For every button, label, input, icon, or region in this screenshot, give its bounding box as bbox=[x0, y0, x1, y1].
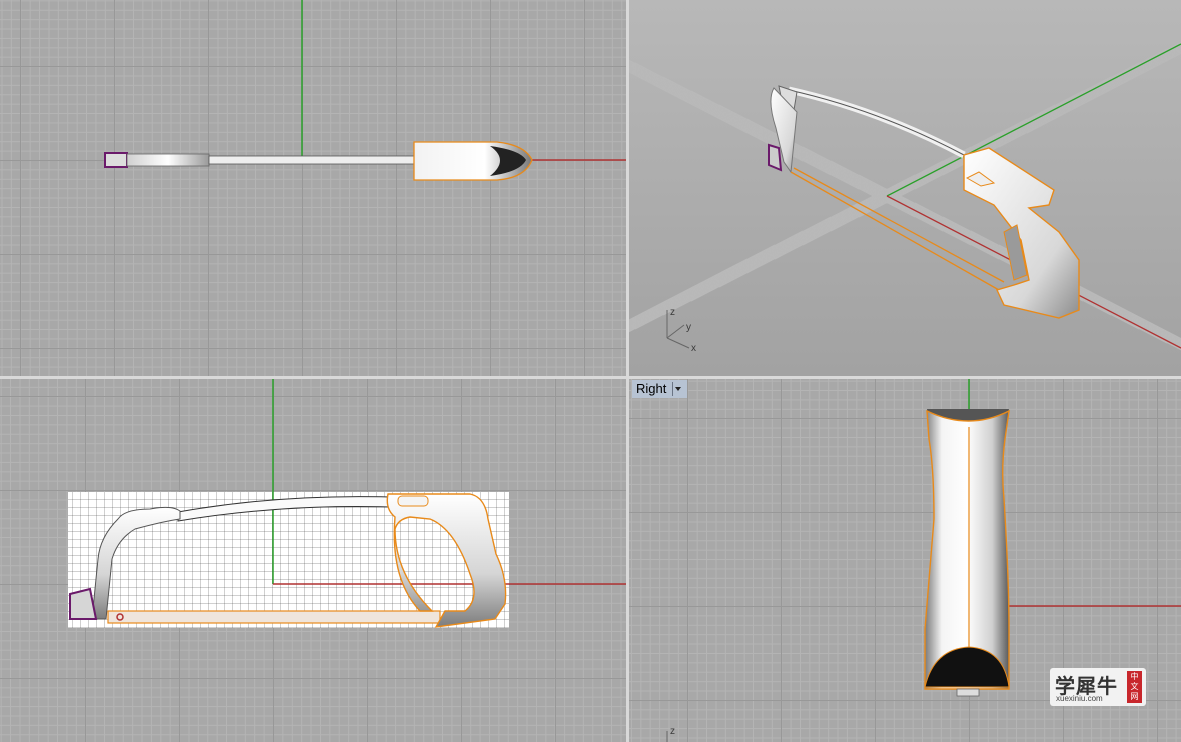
chevron-down-icon[interactable] bbox=[672, 382, 683, 396]
axis-label-z: z bbox=[670, 307, 675, 318]
watermark-url: xuexiniu.com bbox=[1056, 694, 1103, 703]
axis-label-y: y bbox=[686, 322, 691, 333]
axis-label-x: x bbox=[691, 343, 696, 354]
saw-blade bbox=[107, 610, 441, 624]
hacksaw-right-model[interactable] bbox=[924, 409, 1010, 697]
top-view-canvas bbox=[104, 0, 626, 181]
viewport-front[interactable] bbox=[0, 379, 626, 742]
viewport-top[interactable] bbox=[0, 0, 626, 376]
viewport-title-label: Right bbox=[636, 381, 667, 396]
axis-label-z: z bbox=[670, 726, 675, 737]
hacksaw-top-model[interactable] bbox=[104, 141, 533, 181]
axis-triad: z bbox=[666, 726, 675, 742]
front-view-canvas bbox=[68, 379, 626, 628]
watermark-seal: 中文网 bbox=[1127, 671, 1142, 703]
viewport-perspective[interactable]: z y x bbox=[629, 0, 1181, 376]
watermark-logo: 学犀牛 xuexiniu.com 中文网 bbox=[1050, 668, 1146, 706]
perspective-canvas: z y x bbox=[629, 0, 1181, 376]
viewport-title-right[interactable]: Right bbox=[632, 380, 688, 398]
